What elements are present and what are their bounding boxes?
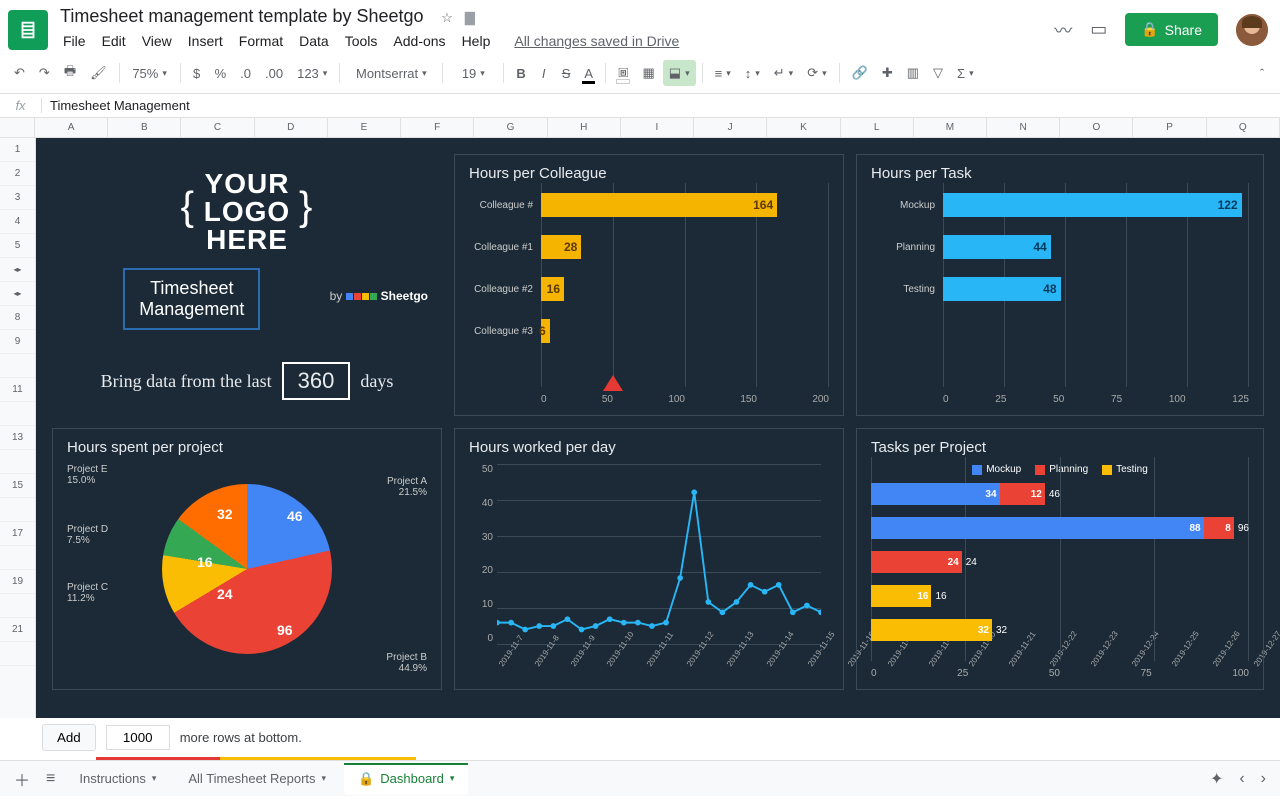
collapse-icon[interactable]: ◂▸ (0, 258, 35, 282)
menu-help[interactable]: Help (455, 29, 498, 53)
column-headers: A B C D E F G H I J K L M N O P Q (0, 118, 1280, 138)
menu-insert[interactable]: Insert (181, 29, 230, 53)
col-header[interactable]: A (35, 118, 108, 137)
merge-icon[interactable]: ⬓ (663, 60, 696, 86)
explore-icon[interactable]: ✦ (1204, 763, 1229, 795)
folder-icon[interactable]: ▇ (465, 10, 475, 26)
menu-format[interactable]: Format (232, 29, 290, 53)
star-icon[interactable]: ☆ (441, 10, 453, 26)
strike-icon[interactable]: S (556, 61, 577, 86)
doc-title[interactable]: Timesheet management template by Sheetgo (56, 4, 428, 28)
activity-icon[interactable]: 〰 (1054, 17, 1072, 43)
add-rows-button[interactable]: Add (42, 724, 96, 751)
tab-dashboard[interactable]: 🔒 Dashboard▾ (344, 763, 468, 795)
lock-icon: 🔒 (1141, 21, 1158, 38)
wrap-icon[interactable]: ↵ (768, 60, 799, 86)
currency-icon[interactable]: $ (187, 61, 207, 86)
number-format-dropdown[interactable]: 123 (291, 61, 333, 86)
menu-edit[interactable]: Edit (95, 29, 133, 53)
comment-icon[interactable]: ✚ (876, 60, 899, 86)
save-message: All changes saved in Drive (507, 29, 686, 53)
panel-hours-per-day: Hours worked per day 50403020100 2019-11… (454, 428, 844, 690)
pie-chart (162, 484, 332, 654)
tab-instructions[interactable]: Instructions▾ (65, 763, 170, 794)
panel-hours-per-colleague: Hours per Colleague Colleague #164Collea… (454, 154, 844, 416)
bring-text: Bring data from the last (101, 371, 272, 392)
share-button[interactable]: 🔒 Share (1125, 13, 1218, 46)
sheets-icon[interactable] (8, 10, 48, 50)
titlebar: Timesheet management template by Sheetgo… (0, 0, 1280, 53)
add-sheet-icon[interactable]: ＋ (8, 761, 36, 797)
chart-icon[interactable]: ▥ (901, 60, 925, 86)
collapse-icon[interactable]: ◂▸ (0, 282, 35, 306)
valign-icon[interactable]: ↕ (739, 61, 766, 86)
avatar[interactable] (1236, 14, 1268, 46)
percent-icon[interactable]: % (209, 61, 233, 86)
menu-data[interactable]: Data (292, 29, 336, 53)
sheetgo-logo: Sheetgo (346, 289, 428, 303)
italic-icon[interactable]: I (534, 61, 554, 86)
redo-icon[interactable]: ↷ (33, 60, 56, 86)
link-icon[interactable]: 🔗 (846, 60, 874, 86)
bold-icon[interactable]: B (510, 61, 531, 86)
lock-icon: 🔒 (358, 771, 374, 787)
filter-icon[interactable]: ▽ (927, 60, 949, 86)
all-sheets-icon[interactable]: ≡ (40, 764, 61, 794)
halign-icon[interactable]: ≡ (709, 61, 737, 86)
logo-placeholder: { YOUR LOGO HERE } (66, 170, 428, 254)
fillcolor-icon[interactable]: 🞖 (612, 60, 634, 86)
borders-icon[interactable]: ▦ (636, 60, 660, 86)
dashboard-area: { YOUR LOGO HERE } Timesheet Management … (36, 138, 1280, 718)
panel-tasks-per-project: Tasks per Project MockupPlanningTesting … (856, 428, 1264, 690)
title-box: Timesheet Management (123, 268, 260, 330)
comments-icon[interactable]: ▭ (1090, 19, 1107, 40)
menu-tools[interactable]: Tools (338, 29, 385, 53)
panel-hours-per-task: Hours per Task Mockup122Planning44Testin… (856, 154, 1264, 416)
menubar: File Edit View Insert Format Data Tools … (56, 29, 1054, 53)
add-rows-input[interactable] (106, 725, 170, 750)
line-chart (497, 464, 821, 644)
panel-logo: { YOUR LOGO HERE } Timesheet Management … (52, 154, 442, 416)
byline: by Sheetgo (330, 289, 428, 304)
tab-reports[interactable]: All Timesheet Reports▾ (174, 763, 340, 794)
fontsize-dropdown[interactable]: 19 (449, 61, 497, 86)
sheet-tabs: ＋ ≡ Instructions▾ All Timesheet Reports▾… (0, 760, 1280, 796)
days-value[interactable]: 360 (282, 362, 351, 400)
chevron-right-icon[interactable]: › (1255, 764, 1272, 794)
row-headers: 1 2 3 4 5 ◂▸ ◂▸ 8 9 11 13 15 17 19 21 (0, 138, 36, 718)
add-rows-suffix: more rows at bottom. (180, 730, 302, 745)
toolbar: ↶ ↷ 🖶 🖌 75% $ % .0 .00 123 Montserrat 19… (0, 53, 1280, 94)
fx-icon: fx (0, 98, 42, 113)
formula-bar: fx Timesheet Management (0, 94, 1280, 118)
print-icon[interactable]: 🖶 (58, 57, 82, 89)
increase-decimal-icon[interactable]: .00 (259, 61, 289, 86)
zoom-dropdown[interactable]: 75% (126, 61, 174, 86)
share-label: Share (1165, 22, 1202, 38)
paint-format-icon[interactable]: 🖌 (84, 60, 113, 86)
font-dropdown[interactable]: Montserrat (346, 61, 436, 86)
chevron-up-icon[interactable]: ˆ (1252, 61, 1272, 86)
menu-addons[interactable]: Add-ons (386, 29, 452, 53)
rotate-icon[interactable]: ⟳ (801, 60, 832, 86)
undo-icon[interactable]: ↶ (8, 60, 31, 86)
chevron-left-icon[interactable]: ‹ (1233, 764, 1250, 794)
functions-icon[interactable]: Σ (951, 61, 980, 86)
pie-label: Project E15.0% (67, 464, 108, 486)
textcolor-icon[interactable]: A (578, 61, 599, 86)
formula-value[interactable]: Timesheet Management (42, 98, 198, 113)
menu-file[interactable]: File (56, 29, 93, 53)
marker-triangle (603, 375, 623, 391)
menu-view[interactable]: View (135, 29, 179, 53)
decrease-decimal-icon[interactable]: .0 (234, 61, 257, 86)
panel-hours-per-project: Hours spent per project Project E15.0% P… (52, 428, 442, 690)
add-rows-row: Add more rows at bottom. (0, 718, 1280, 757)
